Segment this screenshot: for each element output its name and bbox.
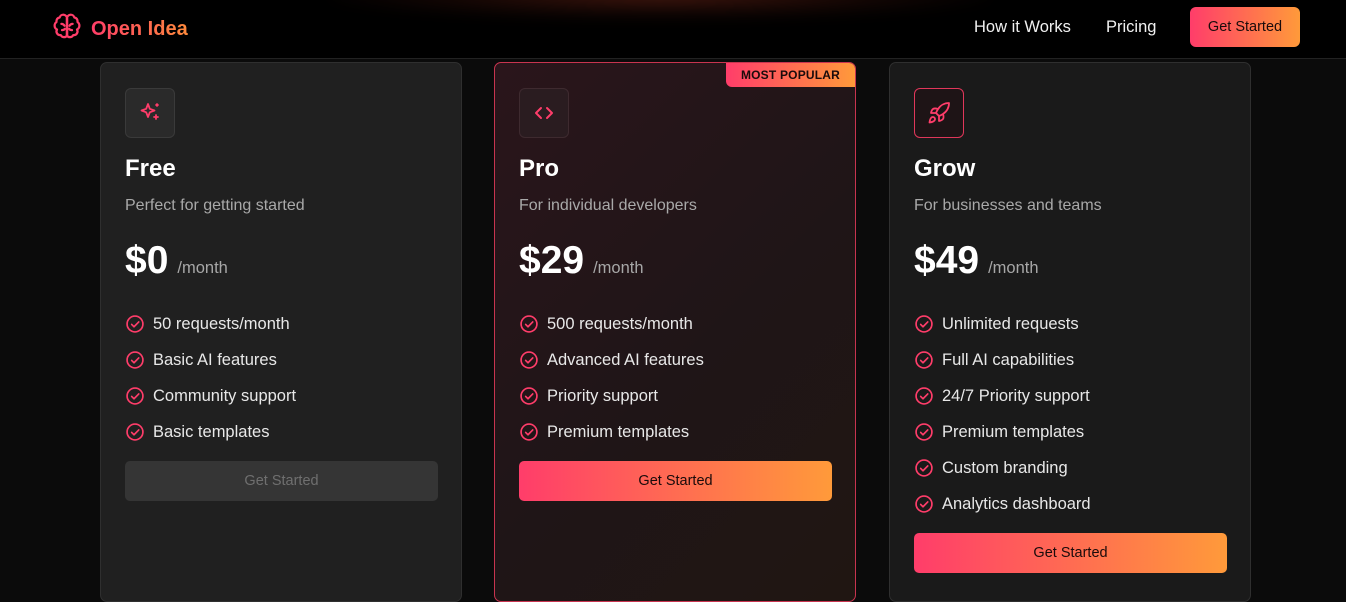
nav-link-how-it-works[interactable]: How it Works — [974, 18, 1071, 37]
feature-label: 24/7 Priority support — [942, 386, 1090, 405]
feature-label: 500 requests/month — [547, 314, 693, 333]
feature-label: Analytics dashboard — [942, 494, 1091, 513]
most-popular-badge: MOST POPULAR — [726, 63, 855, 87]
check-circle-icon — [126, 351, 144, 369]
rocket-icon — [928, 102, 950, 124]
grow-get-started-button[interactable]: Get Started — [914, 533, 1227, 573]
feature-item: 50 requests/month — [125, 306, 296, 342]
plan-description: Perfect for getting started — [125, 197, 305, 214]
feature-label: Premium templates — [547, 422, 690, 441]
price-row: $0 /month — [125, 239, 228, 283]
feature-label: 50 requests/month — [153, 314, 290, 333]
brain-icon — [52, 12, 82, 47]
check-circle-icon — [915, 423, 933, 441]
feature-item: Basic templates — [125, 414, 296, 450]
pro-get-started-button[interactable]: Get Started — [519, 461, 832, 501]
feature-item: Priority support — [519, 378, 704, 414]
plan-card-grow: Grow For businesses and teams $49 /month… — [889, 62, 1251, 602]
nav-link-pricing[interactable]: Pricing — [1106, 18, 1156, 37]
feature-item: Premium templates — [519, 414, 704, 450]
plan-card-free: Free Perfect for getting started $0 /mon… — [100, 62, 462, 602]
price-period: /month — [177, 259, 228, 277]
sparkles-icon — [140, 103, 159, 120]
plan-description: For businesses and teams — [914, 197, 1102, 214]
check-circle-icon — [915, 495, 933, 513]
plan-name: Pro — [519, 155, 560, 182]
check-circle-icon — [126, 387, 144, 405]
brand-logo-link[interactable]: Open Idea — [52, 12, 188, 47]
plan-name: Free — [125, 155, 176, 182]
plan-icon-box — [914, 88, 964, 138]
feature-label: Unlimited requests — [942, 314, 1079, 333]
feature-label: Basic AI features — [153, 350, 277, 369]
nav-get-started-button[interactable]: Get Started — [1190, 7, 1300, 47]
feature-item: Community support — [125, 378, 296, 414]
feature-item: 24/7 Priority support — [914, 378, 1091, 414]
check-circle-icon — [520, 423, 538, 441]
check-circle-icon — [520, 315, 538, 333]
feature-item: Analytics dashboard — [914, 486, 1091, 522]
check-circle-icon — [520, 387, 538, 405]
feature-item: Advanced AI features — [519, 342, 704, 378]
price-period: /month — [593, 259, 644, 277]
price-period: /month — [988, 259, 1039, 277]
feature-item: Full AI capabilities — [914, 342, 1091, 378]
brand-name: Open Idea — [91, 18, 188, 40]
feature-item: 500 requests/month — [519, 306, 704, 342]
feature-list: 500 requests/month Advanced AI features … — [519, 306, 704, 450]
check-circle-icon — [126, 315, 144, 333]
feature-label: Priority support — [547, 386, 658, 405]
plan-price: $0 — [125, 239, 169, 282]
feature-item: Unlimited requests — [914, 306, 1091, 342]
check-circle-icon — [915, 459, 933, 477]
top-navbar: Open Idea How it Works Pricing Get Start… — [0, 0, 1346, 59]
price-row: $29 /month — [519, 239, 644, 283]
plan-description: For individual developers — [519, 197, 697, 214]
check-circle-icon — [915, 387, 933, 405]
check-circle-icon — [915, 351, 933, 369]
check-circle-icon — [520, 351, 538, 369]
feature-list: 50 requests/month Basic AI features Comm… — [125, 306, 296, 450]
code-icon — [535, 107, 553, 119]
feature-list: Unlimited requests Full AI capabilities … — [914, 306, 1091, 522]
feature-label: Custom branding — [942, 458, 1068, 477]
plan-name: Grow — [914, 155, 976, 182]
feature-label: Full AI capabilities — [942, 350, 1075, 369]
feature-label: Premium templates — [942, 422, 1085, 441]
feature-item: Custom branding — [914, 450, 1091, 486]
feature-label: Advanced AI features — [547, 350, 704, 369]
plan-card-pro: MOST POPULAR Pro For individual develope… — [494, 62, 856, 602]
check-circle-icon — [126, 423, 144, 441]
feature-item: Premium templates — [914, 414, 1091, 450]
feature-label: Basic templates — [153, 422, 270, 441]
feature-item: Basic AI features — [125, 342, 296, 378]
plan-icon-box — [125, 88, 175, 138]
header-glow — [330, 0, 990, 20]
feature-label: Community support — [153, 386, 297, 405]
price-row: $49 /month — [914, 239, 1039, 283]
plan-icon-box — [519, 88, 569, 138]
plan-price: $29 — [519, 239, 585, 282]
plan-price: $49 — [914, 239, 980, 282]
check-circle-icon — [915, 315, 933, 333]
free-get-started-button[interactable]: Get Started — [125, 461, 438, 501]
